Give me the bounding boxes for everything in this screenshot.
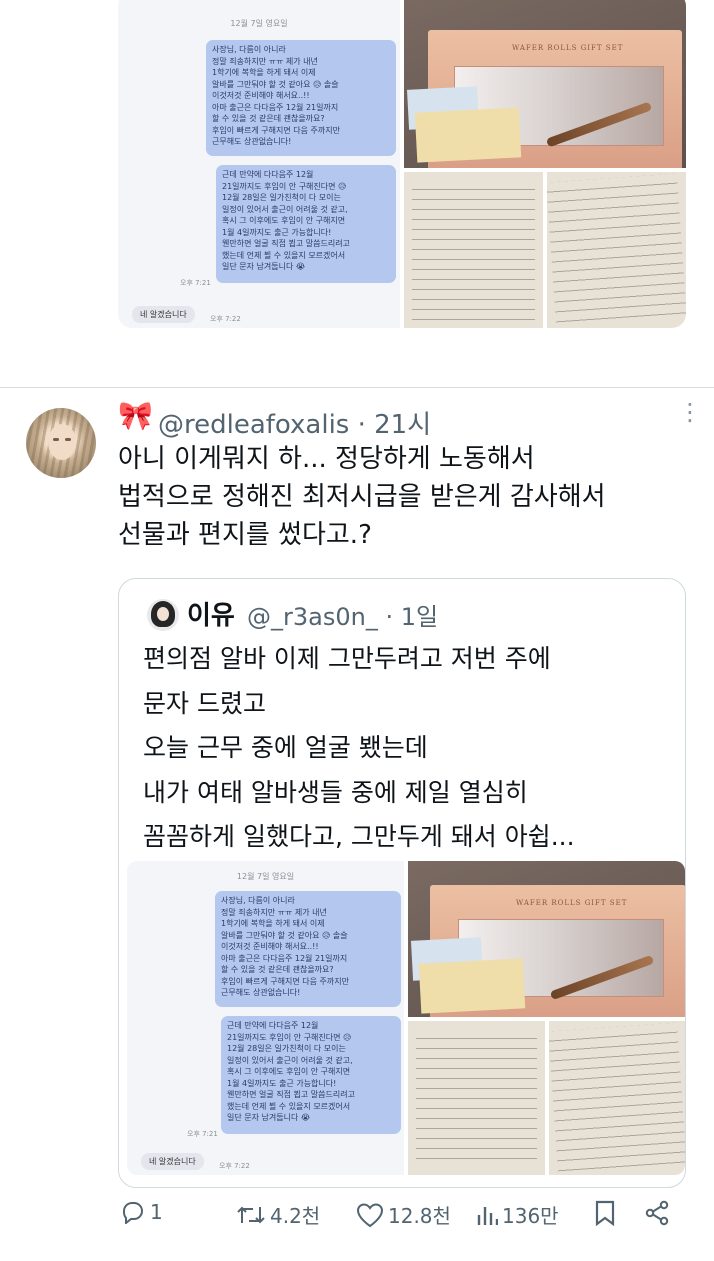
more-icon[interactable]: ⋮ [678, 398, 702, 426]
avatar-face [48, 424, 76, 460]
quoted-media-grid[interactable]: 12월 7일 영요일 사장님, 다름이 아니라 정말 죄송하지만 ㅠㅠ 제가 내… [127, 861, 685, 1175]
letter-card [418, 958, 526, 1014]
quoted-display-name[interactable]: 이유 [187, 595, 235, 632]
views-button[interactable]: 136만 [476, 1200, 559, 1229]
tweet-text: 아니 이게뭐지 하... 정당하게 노동해서 법적으로 정해진 최저시급을 받은… [118, 444, 606, 550]
reply-button[interactable]: 1 [120, 1200, 163, 1224]
letter-card [414, 107, 522, 163]
letter-photo[interactable] [404, 172, 543, 328]
quoted-avatar[interactable] [147, 599, 179, 631]
chat-date: 12월 7일 영요일 [236, 872, 295, 881]
like-button[interactable]: 12.8천 [356, 1200, 451, 1229]
handwriting [547, 173, 686, 327]
tweet-divider [0, 387, 714, 388]
photo-column: WAFER ROLLS GIFT SET [404, 0, 686, 328]
chat-reply-time: 오후 7:22 [219, 1162, 250, 1170]
handwriting [412, 180, 535, 320]
share-button[interactable] [644, 1200, 670, 1226]
bookmark-button[interactable] [594, 1200, 616, 1226]
tweet-action-bar: 1 4.2천 12.8천 136만 [0, 1200, 714, 1230]
handwriting [548, 1022, 685, 1174]
user-avatar[interactable] [26, 408, 96, 478]
chat-screenshot[interactable]: 12월 7일 영요일 사장님, 다름이 아니라 정말 죄송하지만 ㅠㅠ 제가 내… [127, 861, 404, 1175]
gift-photo[interactable]: WAFER ROLLS GIFT SET [408, 861, 685, 1017]
handwriting [416, 1029, 537, 1167]
chat-bubble: 사장님, 다름이 아니라 정말 죄송하지만 ㅠㅠ 제가 내년 1학기에 복학을 … [215, 891, 401, 1007]
share-icon [645, 1200, 669, 1226]
reply-icon [123, 1202, 144, 1224]
retweet-icon [237, 1206, 265, 1223]
ribbon-emoji-icon: 🎀 [118, 399, 153, 432]
letter-photo[interactable] [547, 172, 686, 328]
retweet-button[interactable]: 4.2천 [236, 1200, 320, 1229]
chat-sent-time: 오후 7:21 [187, 1130, 218, 1138]
chat-bubble: 사장님, 다름이 아니라 정말 죄송하지만 ㅠㅠ 제가 내년 1학기에 복학을 … [206, 40, 396, 156]
photo-column: WAFER ROLLS GIFT SET [408, 861, 685, 1175]
chat-bubble: 근데 만약에 다다음주 12월 21일까지도 후임이 안 구해진다면 😥 12월… [221, 1016, 401, 1134]
gift-photo[interactable]: WAFER ROLLS GIFT SET [404, 0, 686, 168]
views-count: 136만 [502, 1204, 559, 1228]
quoted-avatar-face [157, 607, 169, 621]
chat-reply-bubble: 네 알겠습니다 [141, 1153, 204, 1170]
quoted-handle-line[interactable]: @_r3as0n_ · 1일 [247, 597, 438, 632]
letter-photos-row [408, 1021, 685, 1175]
chat-date: 12월 7일 영요일 [230, 19, 288, 28]
reply-count: 1 [150, 1200, 163, 1224]
chat-bubble: 근데 만약에 다다음주 12월 21일까지도 후임이 안 구해진다면 😥 12월… [216, 165, 396, 283]
gift-box-label: WAFER ROLLS GIFT SET [512, 44, 624, 52]
chat-reply-bubble: 네 알겠습니다 [132, 306, 195, 323]
tweet-handle-line[interactable]: @redleafoxalis · 21시 [158, 404, 431, 441]
top-media-grid[interactable]: 12월 7일 영요일 사장님, 다름이 아니라 정말 죄송하지만 ㅠㅠ 제가 내… [118, 0, 686, 328]
letter-photo[interactable] [548, 1021, 685, 1175]
gift-box-label: WAFER ROLLS GIFT SET [516, 899, 628, 907]
views-icon [477, 1206, 498, 1225]
quoted-tweet[interactable]: 이유 @_r3as0n_ · 1일 편의점 알바 이제 그만두려고 저번 주에 … [118, 578, 686, 1188]
like-count: 12.8천 [388, 1204, 451, 1228]
letter-photo[interactable] [408, 1021, 545, 1175]
chat-sent-time: 오후 7:21 [180, 279, 211, 287]
chat-reply-time: 오후 7:22 [210, 315, 241, 323]
retweet-count: 4.2천 [270, 1204, 321, 1228]
heart-icon [356, 1202, 384, 1227]
avatar-eye [65, 438, 71, 441]
letter-photos-row [404, 172, 686, 328]
bookmark-icon [595, 1200, 615, 1226]
quoted-text: 편의점 알바 이제 그만두려고 저번 주에 문자 드렸고 오늘 근무 중에 얼굴… [143, 644, 575, 851]
avatar-eye [53, 438, 59, 441]
chat-screenshot[interactable]: 12월 7일 영요일 사장님, 다름이 아니라 정말 죄송하지만 ㅠㅠ 제가 내… [118, 0, 400, 328]
